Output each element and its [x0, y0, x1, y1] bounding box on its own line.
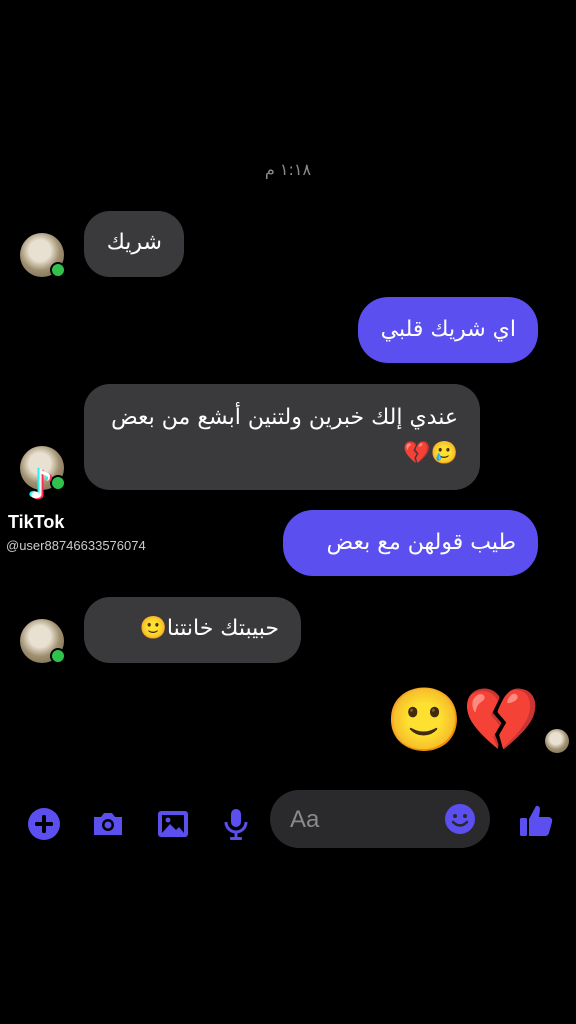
message-composer[interactable]: [270, 790, 490, 848]
online-indicator: [50, 262, 66, 278]
online-indicator: [50, 648, 66, 664]
tiktok-username: @user88746633576074: [6, 538, 146, 553]
tiktok-logo-icon: ♪: [28, 462, 54, 508]
message-bubble-incoming[interactable]: شريك: [84, 211, 184, 277]
image-icon[interactable]: [155, 806, 191, 842]
thumbs-up-icon[interactable]: [517, 802, 555, 840]
seen-avatar: [545, 729, 569, 753]
contact-avatar[interactable]: [20, 619, 66, 664]
camera-icon[interactable]: [90, 806, 126, 842]
message-input[interactable]: [288, 802, 442, 838]
message-bubble-incoming[interactable]: عندي إلك خبرين ولتنين أبشع من بعض🥲💔: [84, 384, 480, 490]
contact-avatar[interactable]: [20, 233, 66, 278]
timestamp: ١:١٨ م: [264, 160, 312, 179]
microphone-icon[interactable]: [218, 806, 254, 842]
tiktok-brand-label: TikTok: [8, 512, 65, 532]
message-bubble-incoming[interactable]: حبيبتك خانتنا🙂: [84, 597, 301, 663]
emoji-icon[interactable]: [444, 803, 476, 835]
emoji-message[interactable]: 💔🙂: [380, 680, 540, 760]
plus-icon[interactable]: [26, 806, 62, 842]
message-bubble-outgoing[interactable]: اي شريك قلبي: [358, 297, 538, 363]
message-toolbar: [0, 790, 576, 850]
message-bubble-outgoing[interactable]: طيب قولهن مع بعض: [283, 510, 538, 576]
